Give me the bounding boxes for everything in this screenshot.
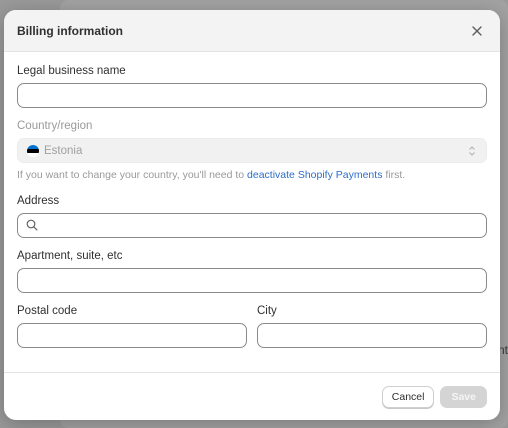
country-region-label: Country/region bbox=[17, 120, 93, 132]
postal-code-input[interactable] bbox=[17, 323, 247, 348]
legal-business-name-input[interactable] bbox=[17, 83, 487, 108]
cancel-button[interactable]: Cancel bbox=[381, 385, 435, 408]
modal-body: Legal business name Country/region Eston… bbox=[4, 52, 500, 360]
deactivate-shopify-payments-link[interactable]: deactivate Shopify Payments bbox=[247, 169, 382, 181]
apartment-label: Apartment, suite, etc bbox=[17, 250, 123, 262]
close-icon bbox=[472, 25, 482, 36]
address-input-wrap bbox=[17, 213, 487, 238]
city-field: City bbox=[257, 305, 487, 348]
help-text-prefix: If you want to change your country, you'… bbox=[17, 169, 248, 181]
legal-business-name-label: Legal business name bbox=[17, 65, 126, 77]
address-input[interactable] bbox=[17, 213, 487, 238]
legal-business-name-field: Legal business name bbox=[17, 65, 487, 108]
postal-code-field: Postal code bbox=[17, 305, 247, 348]
postal-code-label: Postal code bbox=[17, 305, 78, 317]
billing-information-modal: Billing information Legal business name … bbox=[4, 10, 500, 420]
search-icon bbox=[26, 219, 38, 231]
country-region-select: Estonia bbox=[17, 138, 487, 163]
country-region-field: Country/region Estonia If you want to ch… bbox=[17, 120, 487, 181]
country-help-text: If you want to change your country, you'… bbox=[17, 169, 487, 181]
address-label: Address bbox=[17, 195, 60, 207]
modal-footer: Cancel Save bbox=[4, 372, 500, 420]
country-region-value: Estonia bbox=[44, 144, 83, 157]
postal-city-row: Postal code City bbox=[17, 305, 487, 360]
apartment-input[interactable] bbox=[17, 268, 487, 293]
city-label: City bbox=[257, 305, 277, 317]
select-chevron-icon bbox=[469, 146, 475, 156]
address-field: Address bbox=[17, 195, 487, 238]
help-text-suffix: first. bbox=[382, 169, 406, 181]
close-button[interactable] bbox=[467, 21, 487, 41]
estonia-flag-icon bbox=[27, 144, 39, 157]
modal-title: Billing information bbox=[17, 23, 123, 38]
modal-header: Billing information bbox=[4, 10, 500, 52]
city-input[interactable] bbox=[257, 323, 487, 348]
apartment-field: Apartment, suite, etc bbox=[17, 250, 487, 293]
save-button[interactable]: Save bbox=[440, 385, 487, 408]
